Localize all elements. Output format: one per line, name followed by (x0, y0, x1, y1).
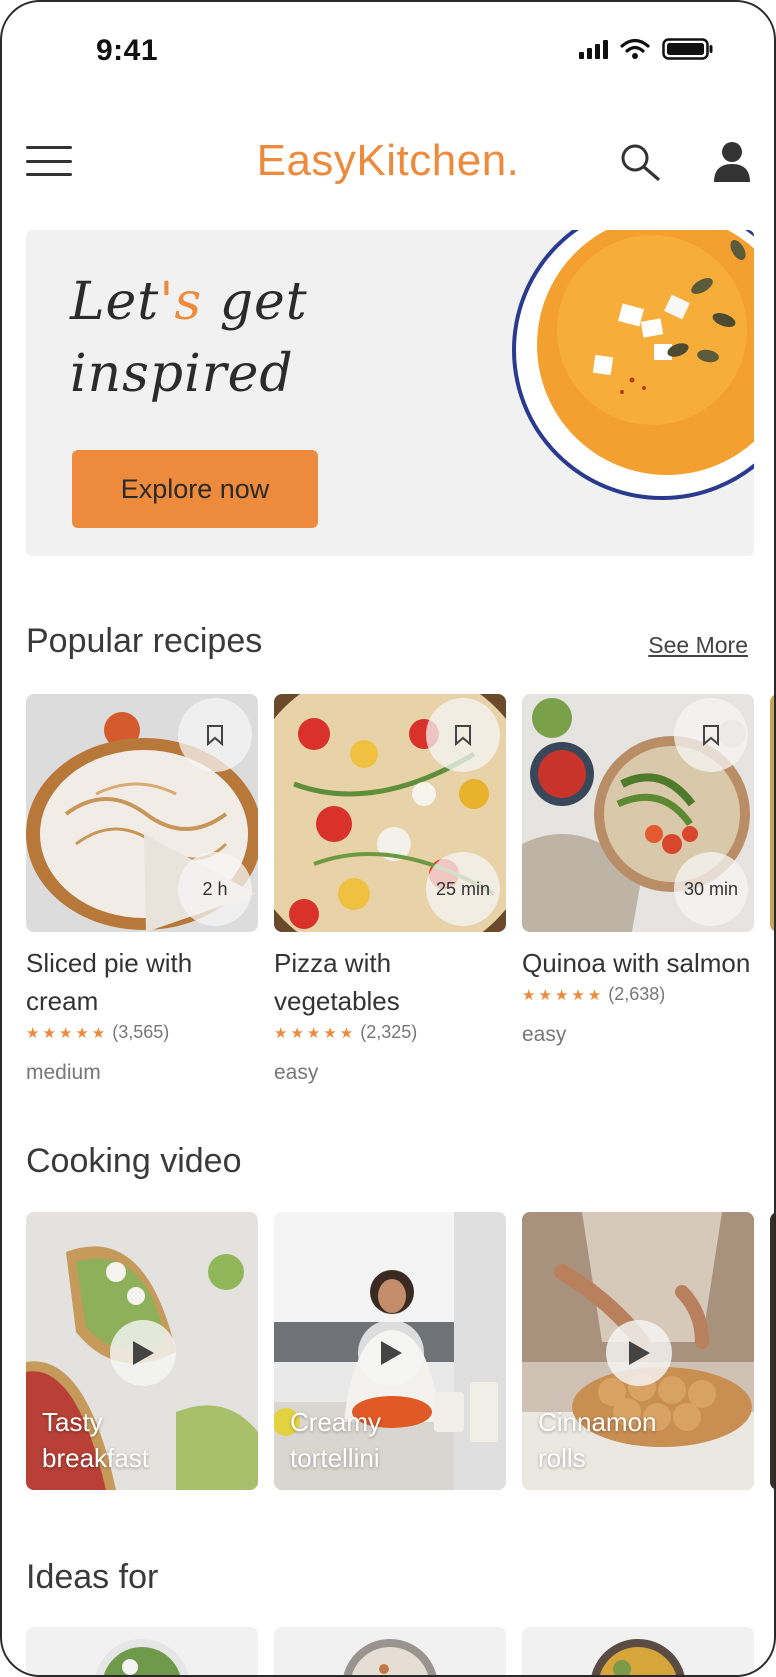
recipe-image: 2 h (26, 694, 258, 932)
phone-frame: 9:41 EasyKitchen. Let's get inspired Exp… (0, 0, 776, 1677)
logo-text-easy: Easy (256, 136, 357, 185)
bookmark-icon (207, 725, 223, 746)
battery-icon (662, 38, 714, 60)
status-bar: 9:41 (2, 2, 774, 92)
app-header: EasyKitchen. (2, 132, 774, 192)
video-label: Creamy tortellini (290, 1407, 382, 1473)
video-card[interactable]: Cinnamon rolls (522, 1212, 754, 1490)
star-rating-icon: ★★★★★ (26, 1024, 109, 1042)
user-icon[interactable] (712, 140, 752, 182)
recipe-rating: ★★★★★ (2,638) (522, 984, 666, 1004)
popular-recipes-row: 2 h Sliced pie with cream ★★★★★ (3,565) … (26, 694, 754, 1085)
status-icons (579, 38, 714, 60)
idea-card[interactable] (522, 1627, 754, 1675)
play-button[interactable] (110, 1320, 176, 1386)
recipe-card[interactable]: 30 min Quinoa with salmon ★★★★★ (2,638) … (522, 694, 754, 1085)
bookmark-button[interactable] (426, 698, 500, 772)
explore-now-button[interactable]: Explore now (72, 450, 318, 528)
recipe-difficulty: medium (26, 1061, 101, 1084)
time-badge: 2 h (178, 852, 252, 926)
bookmark-icon (455, 725, 471, 746)
ideas-for-title: Ideas for (26, 1558, 159, 1596)
play-icon (133, 1341, 154, 1365)
hero-title: Let's get inspired (70, 272, 308, 404)
play-icon (629, 1341, 650, 1365)
logo-text-kitchen: Kitchen. (356, 136, 520, 185)
recipe-title: Sliced pie with cream (26, 948, 193, 1016)
recipe-image: 30 min (522, 694, 754, 932)
recipe-difficulty: easy (274, 1061, 319, 1084)
video-label: Cinnamon rolls (538, 1407, 657, 1473)
recipe-title: Quinoa with salmon (522, 948, 751, 978)
signal-icon (579, 39, 608, 59)
bookmark-button[interactable] (178, 698, 252, 772)
video-card[interactable]: Tasty breakfast (26, 1212, 258, 1490)
wifi-icon (620, 38, 650, 60)
video-card[interactable]: Creamy tortellini (274, 1212, 506, 1490)
cooking-video-row: Tasty breakfast Creamy tortellini Cinnam… (26, 1212, 754, 1490)
recipe-card[interactable]: 2 h Sliced pie with cream ★★★★★ (3,565) … (26, 694, 258, 1085)
popular-recipes-title: Popular recipes (26, 622, 263, 660)
bookmark-button[interactable] (674, 698, 748, 772)
recipe-rating: ★★★★★ (3,565) (26, 1022, 170, 1042)
star-rating-icon: ★★★★★ (274, 1024, 357, 1042)
recipe-card[interactable]: 25 min Pizza with vegetables ★★★★★ (2,32… (274, 694, 506, 1085)
recipe-title: Pizza with vegetables (274, 948, 400, 1016)
idea-card[interactable] (26, 1627, 258, 1675)
ideas-row (26, 1627, 754, 1675)
cooking-video-title: Cooking video (26, 1142, 242, 1180)
time-badge: 25 min (426, 852, 500, 926)
video-label: Tasty breakfast (42, 1407, 149, 1473)
hero-banner: Let's get inspired Explore now (26, 230, 754, 556)
play-button[interactable] (358, 1320, 424, 1386)
see-more-link[interactable]: See More (648, 632, 748, 659)
recipe-difficulty: easy (522, 1023, 567, 1046)
bookmark-icon (703, 725, 719, 746)
idea-card[interactable] (274, 1627, 506, 1675)
time-badge: 30 min (674, 852, 748, 926)
video-card-peek[interactable] (770, 1212, 774, 1490)
soup-bowl-image (512, 230, 754, 500)
recipe-rating: ★★★★★ (2,325) (274, 1022, 418, 1042)
play-icon (381, 1341, 402, 1365)
play-button[interactable] (606, 1320, 672, 1386)
recipe-image: 25 min (274, 694, 506, 932)
recipe-card-peek[interactable] (770, 694, 774, 932)
star-rating-icon: ★★★★★ (522, 986, 605, 1004)
search-icon[interactable] (618, 142, 662, 182)
status-time: 9:41 (96, 34, 159, 67)
